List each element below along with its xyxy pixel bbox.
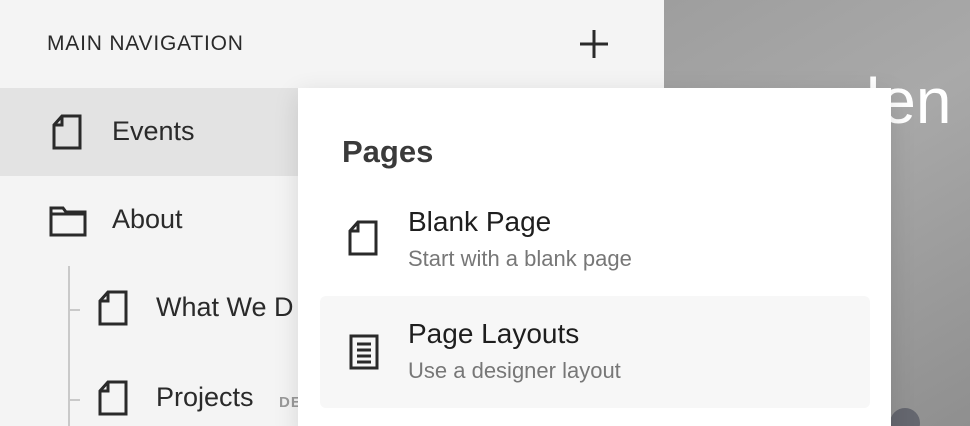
nav-item-label: What We D [156,292,294,322]
add-page-button[interactable] [574,24,614,64]
nav-item-label: About [112,204,183,234]
option-title: Blank Page [408,206,552,237]
page-icon [94,288,134,328]
preview-image [890,408,920,426]
nav-header: MAIN NAVIGATION [0,0,664,88]
page-icon [94,378,134,418]
folder-icon [48,200,88,240]
popup-title: Pages [342,134,434,169]
blank-page-option[interactable]: Blank Page Start with a blank page [320,184,870,296]
add-page-popup: Pages Blank Page Start with a blank page… [298,88,891,426]
page-layouts-option[interactable]: Page Layouts Use a designer layout [320,296,870,408]
option-description: Use a designer layout [408,358,621,383]
nav-title: MAIN NAVIGATION [47,32,244,55]
nav-item-label: Projects [156,382,254,412]
layout-icon [346,332,382,372]
option-description: Start with a blank page [408,246,632,271]
plus-icon [580,30,608,58]
page-icon [48,112,88,152]
nav-item-label: Events [112,116,195,146]
option-title: Page Layouts [408,318,580,349]
page-icon [346,218,382,258]
